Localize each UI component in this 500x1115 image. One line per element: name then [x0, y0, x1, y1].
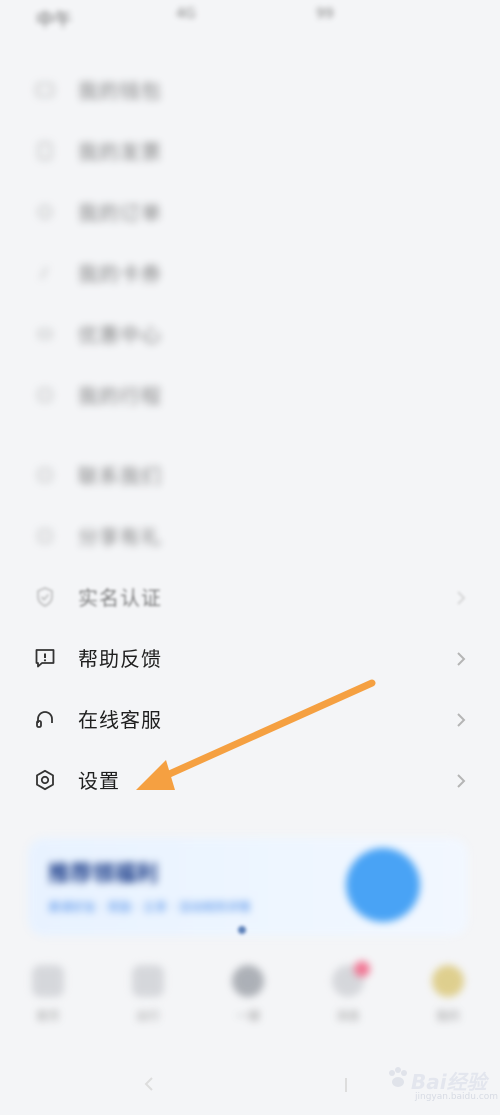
menu-item-wallet[interactable]: 我的钱包 — [0, 66, 500, 116]
status-battery: 99 — [316, 6, 334, 22]
watermark-url: jingyan.baidu.com — [415, 1092, 499, 1102]
menu-item-label: 联系我们 — [78, 464, 162, 488]
banner-title: 推荐领福利 — [48, 862, 159, 887]
notification-badge — [354, 961, 370, 977]
menu-item-contact[interactable]: 联系我们 — [0, 451, 500, 501]
tab-messages[interactable]: 消息 — [318, 961, 378, 1035]
tab-mine[interactable]: 我的 — [418, 965, 478, 1035]
menu-item-label: 优惠中心 — [78, 323, 162, 347]
menu-item-discount[interactable]: 优惠中心 — [0, 310, 500, 360]
menu-item-label: 帮助反馈 — [78, 647, 162, 671]
contact-icon — [33, 463, 57, 487]
menu-item-online-service[interactable]: 在线客服 — [0, 695, 500, 745]
feedback-icon — [33, 646, 57, 670]
tab-label: 出行 — [135, 1009, 160, 1023]
menu-item-label: 我的发票 — [78, 140, 162, 164]
menu-item-help-feedback[interactable]: 帮助反馈 — [0, 634, 500, 684]
order-icon — [33, 200, 57, 224]
travel-icon — [132, 965, 164, 997]
bottom-tab-bar: 首页 出行 一键 消息 我的 — [0, 955, 500, 1045]
gift-icon — [33, 524, 57, 548]
menu-item-trips[interactable]: 我的行程 — [0, 371, 500, 421]
menu-item-label: 在线客服 — [78, 708, 162, 732]
coupon-icon — [33, 261, 57, 285]
trip-icon — [33, 383, 57, 407]
chevron-right-icon — [452, 587, 470, 609]
promo-banner[interactable]: 推荐领福利 邀请好友 · 奖励 · 立享 · 活动规则详情 — [28, 838, 468, 936]
status-time: 中午 — [36, 10, 72, 31]
banner-subtitle: 邀请好友 · 奖励 · 立享 · 活动规则详情 — [48, 900, 251, 914]
menu-item-settings[interactable]: 设置 — [0, 756, 500, 806]
quick-icon — [232, 965, 264, 997]
back-icon[interactable] — [144, 1077, 153, 1091]
tab-label: 我的 — [435, 1009, 460, 1023]
tab-label: 首页 — [35, 1009, 60, 1023]
menu-item-verification[interactable]: 实名认证 — [0, 573, 500, 623]
menu-item-label: 分享有礼 — [78, 525, 162, 549]
tab-travel[interactable]: 出行 — [118, 965, 178, 1035]
menu-item-label: 我的订单 — [78, 201, 162, 225]
menu-item-label: 设置 — [78, 769, 120, 793]
banner-action-circle[interactable] — [346, 848, 420, 922]
watermark-text: Bai经验 — [411, 1070, 487, 1094]
menu-item-gift[interactable]: 分享有礼 — [0, 512, 500, 562]
menu-item-invoice[interactable]: 我的发票 — [0, 127, 500, 177]
menu-item-orders[interactable]: 我的订单 — [0, 188, 500, 238]
gear-icon — [33, 768, 57, 792]
menu-item-label: 实名认证 — [78, 586, 162, 610]
tab-quick[interactable]: 一键 — [218, 965, 278, 1035]
tab-home[interactable]: 首页 — [18, 965, 78, 1035]
chevron-right-icon — [452, 770, 470, 792]
wallet-icon — [33, 78, 57, 102]
status-bar: 中午 4G 99 — [0, 0, 500, 34]
carousel-indicator — [238, 926, 246, 934]
chevron-right-icon — [452, 709, 470, 731]
menu-item-label: 我的钱包 — [78, 79, 162, 103]
headset-icon — [33, 707, 57, 731]
shield-check-icon — [33, 585, 57, 609]
tab-label: 消息 — [335, 1009, 360, 1023]
watermark: Bai经验 jingyan.baidu.com — [385, 1060, 499, 1108]
paw-logo-icon — [389, 1067, 407, 1087]
home-icon — [32, 965, 64, 997]
invoice-icon — [33, 139, 57, 163]
status-network: 4G — [176, 6, 196, 22]
menu-item-label: 我的卡券 — [78, 262, 162, 286]
tab-label: 一键 — [235, 1009, 260, 1023]
discount-icon — [33, 322, 57, 346]
chevron-right-icon — [452, 648, 470, 670]
menu-item-label: 我的行程 — [78, 384, 162, 408]
menu-item-coupons[interactable]: 我的卡券 — [0, 249, 500, 299]
avatar — [432, 965, 464, 997]
